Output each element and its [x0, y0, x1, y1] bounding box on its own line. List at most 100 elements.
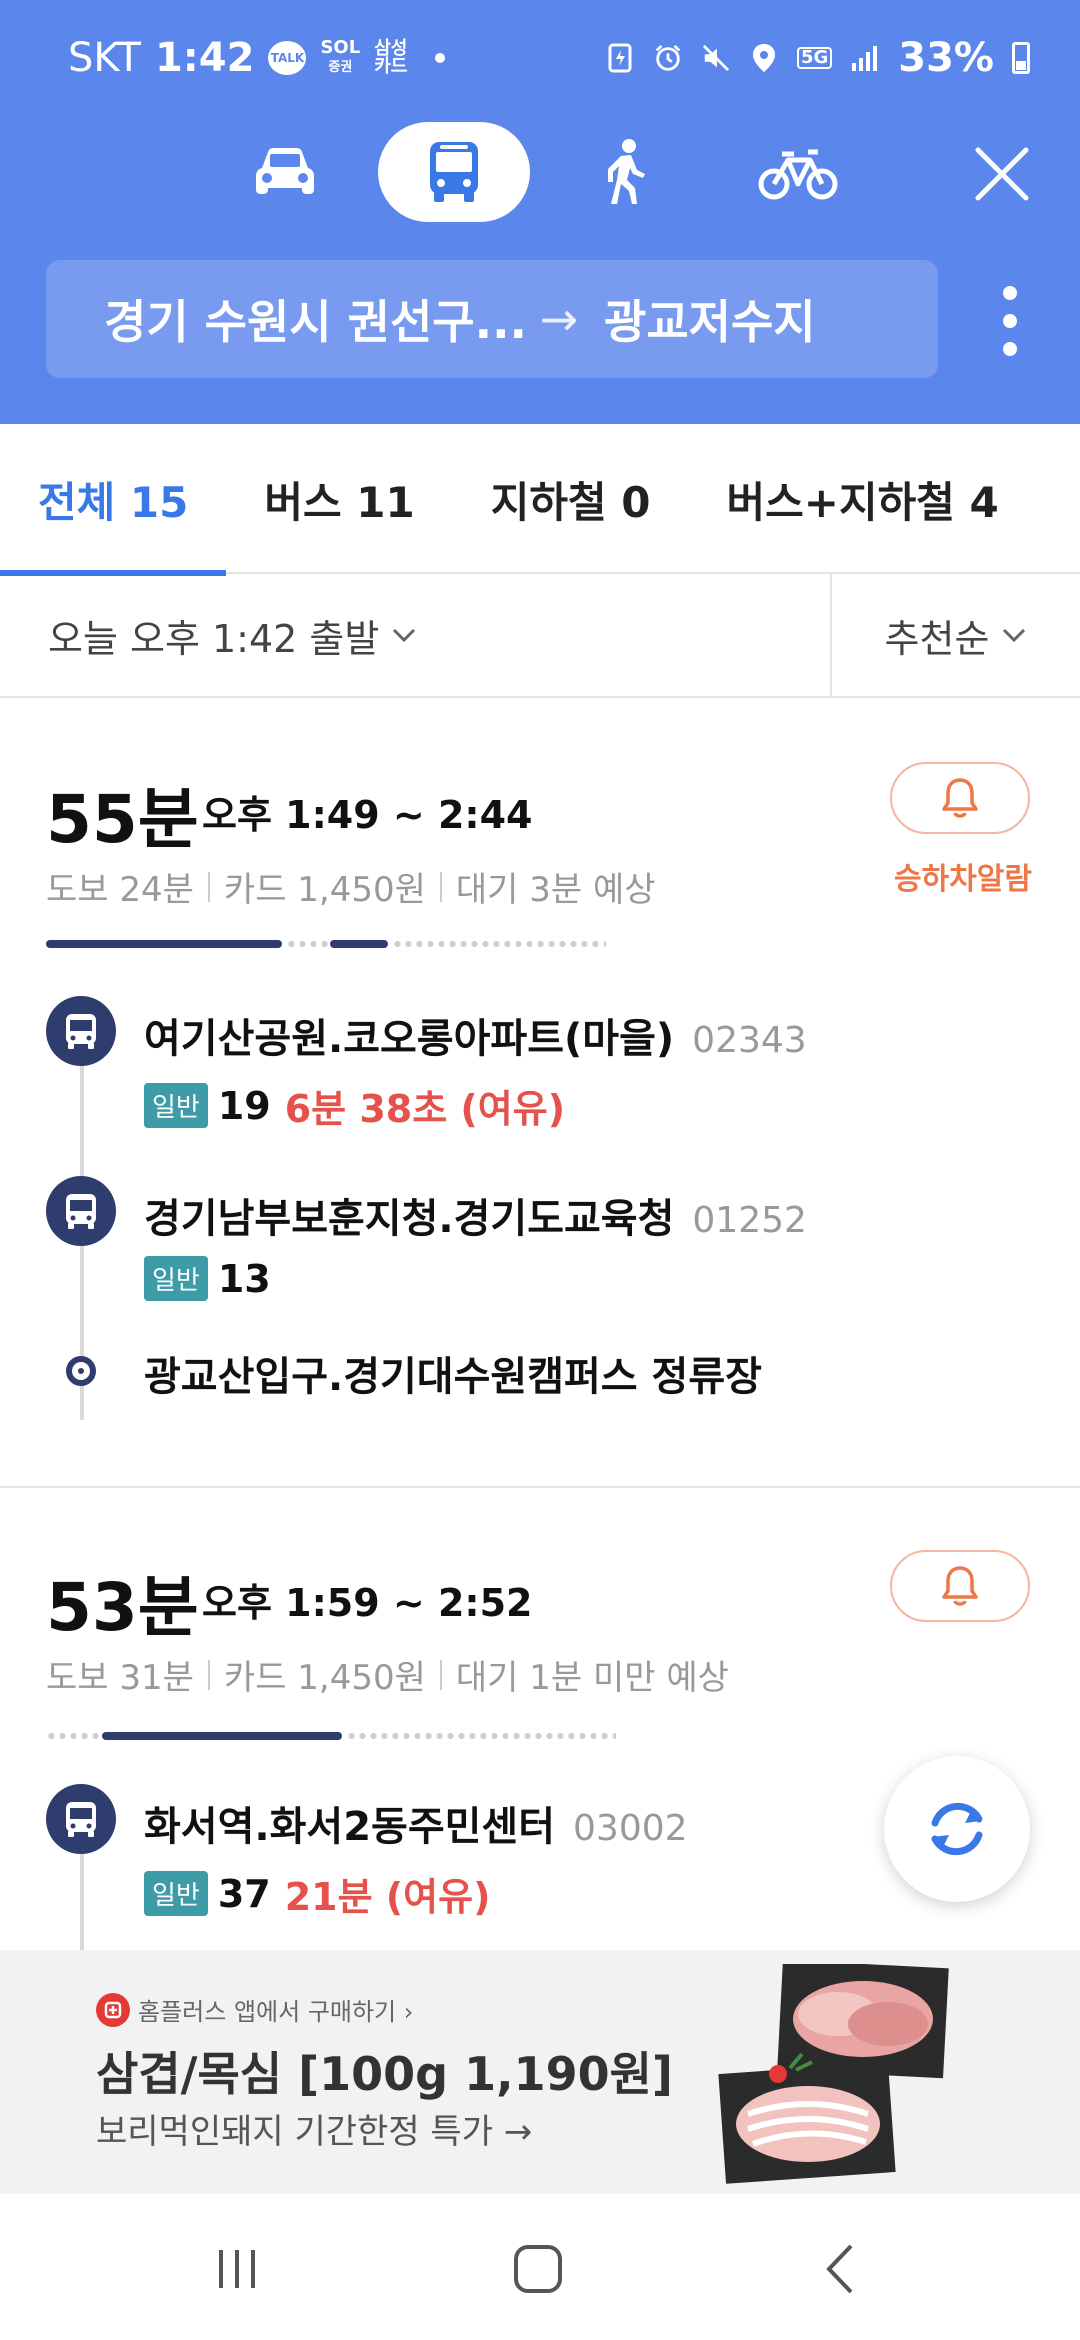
- alarm-clock-icon: [653, 43, 683, 73]
- tab-bus-subway[interactable]: 버스+지하철 4: [689, 424, 1037, 574]
- battery-percent: 33%: [898, 35, 994, 81]
- alarm-button[interactable]: [890, 1550, 1030, 1622]
- mode-bike-button[interactable]: [748, 122, 848, 222]
- stop-name[interactable]: 화서역.화서2동주민센터 03002: [144, 1794, 688, 1852]
- mute-icon: [701, 43, 731, 73]
- tab-all[interactable]: 전체 15: [0, 424, 227, 576]
- bus-type-badge: 일반: [144, 1083, 208, 1128]
- notification-dot-icon: [435, 53, 446, 63]
- ad-subtitle: 보리먹인돼지 기간한정 특가 →: [96, 2112, 533, 2152]
- recent-apps-button[interactable]: [202, 2234, 272, 2304]
- walk-segment: [46, 940, 282, 948]
- sort-selector[interactable]: 추천순: [832, 574, 1080, 696]
- route-progress-bar: [46, 1732, 616, 1742]
- bell-icon: [942, 778, 978, 818]
- alarm-button[interactable]: [890, 762, 1030, 834]
- route-meta: 도보 24분 카드 1,450원 대기 3분 예상: [46, 862, 656, 911]
- transport-mode-selector: [0, 122, 1080, 222]
- kakaotalk-icon: TALK: [268, 41, 307, 75]
- destination-text[interactable]: 광교저수지: [604, 286, 816, 352]
- bus-icon: [430, 142, 478, 202]
- car-icon: [256, 148, 314, 194]
- mode-bus-button[interactable]: [378, 122, 530, 222]
- arrival-time: 6분 38초 (여유): [284, 1087, 566, 1131]
- clock: 1:42: [154, 35, 255, 81]
- location-icon: [749, 43, 779, 73]
- route-duration: 53분: [46, 1569, 199, 1646]
- tab-subway[interactable]: 지하철 0: [453, 424, 689, 574]
- advertisement-banner[interactable]: 홈플러스 앱에서 구매하기 › 삼겹/목심 [100g 1,190원] 보리먹인…: [0, 1950, 1080, 2194]
- battery-icon: [1012, 42, 1030, 74]
- close-button[interactable]: [968, 140, 1036, 208]
- status-bar: SKT 1:42 TALK SOL 증권 삼성 카드 5G 33%: [68, 28, 1030, 88]
- route-time-range: 오후 1:49 ~ 2:44: [202, 793, 533, 837]
- back-icon: [826, 2244, 853, 2294]
- stop-id: 01252: [692, 1200, 807, 1241]
- walk-dots: [46, 1733, 102, 1739]
- wait-time: 대기 3분 예상: [455, 870, 656, 910]
- bell-icon: [942, 1566, 978, 1606]
- route-progress-bar: [46, 940, 606, 950]
- bus-segment: [330, 940, 388, 948]
- back-button[interactable]: [806, 2234, 876, 2304]
- more-options-icon[interactable]: [998, 286, 1022, 356]
- samsung-card-icon: 삼성 카드: [374, 38, 408, 77]
- mode-walk-button[interactable]: [584, 122, 664, 222]
- mode-car-button[interactable]: [230, 122, 340, 222]
- bus-type-badge: 일반: [144, 1256, 208, 1301]
- route-type-tabs: 전체 15 버스 11 지하철 0 버스+지하철 4: [0, 424, 1080, 576]
- destination-dot-icon: [66, 1356, 96, 1386]
- bike-icon: [758, 149, 838, 200]
- origin-text[interactable]: 경기 수원시 권선구...: [104, 286, 524, 352]
- route-arrow-icon: →: [539, 292, 579, 346]
- alarm-label[interactable]: 승하차알람: [894, 854, 1032, 898]
- walk-dots: [392, 941, 606, 947]
- sort-label: 추천순: [884, 616, 990, 661]
- filter-bar: 오늘 오후 1:42 출발 추천순: [0, 574, 1080, 698]
- signal-icon: [850, 43, 880, 73]
- carrier: SKT: [68, 35, 141, 81]
- route-time-range: 오후 1:59 ~ 2:52: [202, 1581, 533, 1625]
- route-summary[interactable]: 경기 수원시 권선구... → 광교저수지: [46, 260, 938, 378]
- stop-id: 02343: [692, 1020, 807, 1061]
- stop-id: 03002: [573, 1808, 688, 1849]
- sol-app-icon: SOL 증권: [320, 37, 361, 76]
- refresh-icon: [931, 1802, 983, 1856]
- arrival-time: 21분 (여유): [284, 1875, 491, 1919]
- home-button[interactable]: [503, 2234, 573, 2304]
- walk-time: 도보 31분: [46, 1658, 194, 1698]
- bus-number: 13: [217, 1256, 271, 1301]
- bus-stop-icon: [46, 1176, 116, 1246]
- fare: 카드 1,450원: [223, 870, 426, 910]
- walk-time: 도보 24분: [46, 870, 194, 910]
- bus-number: 37: [217, 1871, 271, 1916]
- ad-source[interactable]: 홈플러스 앱에서 구매하기 ›: [96, 1992, 413, 2027]
- walk-dots: [346, 1733, 616, 1739]
- bus-info-row[interactable]: 일반 37 21분 (여유): [144, 1866, 490, 1921]
- pork-product-image: [718, 1964, 949, 2184]
- fare: 카드 1,450원: [223, 1658, 426, 1698]
- walk-icon: [608, 139, 645, 204]
- tab-bus[interactable]: 버스 11: [226, 424, 452, 574]
- stop-name[interactable]: 여기산공원.코오롱아파트(마을) 02343: [144, 1006, 807, 1064]
- departure-time-selector[interactable]: 오늘 오후 1:42 출발: [0, 574, 832, 696]
- route-card[interactable]: 55분 오후 1:49 ~ 2:44 도보 24분 카드 1,450원 대기 3…: [0, 700, 1080, 1486]
- wait-time: 대기 1분 미만 예상: [455, 1658, 729, 1698]
- departure-time-label: 오늘 오후 1:42 출발: [48, 616, 380, 661]
- bus-number: 19: [217, 1083, 271, 1128]
- close-icon: [975, 147, 1029, 201]
- bus-info-row[interactable]: 일반 13: [144, 1256, 271, 1301]
- stop-name[interactable]: 경기남부보훈지청.경기도교육청 01252: [144, 1186, 807, 1244]
- network-5g-icon: 5G: [796, 47, 833, 69]
- bus-info-row[interactable]: 일반 19 6분 38초 (여유): [144, 1078, 565, 1133]
- bus-stop-icon: [46, 996, 116, 1066]
- system-nav-bar: [0, 2194, 1080, 2340]
- bus-stop-icon: [46, 1784, 116, 1854]
- destination-stop-name[interactable]: 광교산입구.경기대수원캠퍼스 정류장: [144, 1344, 762, 1402]
- route-duration: 55분: [46, 781, 199, 858]
- chevron-down-icon: [393, 628, 416, 643]
- recent-apps-icon: [219, 2250, 255, 2288]
- header: SKT 1:42 TALK SOL 증권 삼성 카드 5G 33% 경기 수원시…: [0, 0, 1080, 424]
- refresh-button[interactable]: [884, 1756, 1030, 1902]
- battery-saver-icon: [605, 43, 635, 73]
